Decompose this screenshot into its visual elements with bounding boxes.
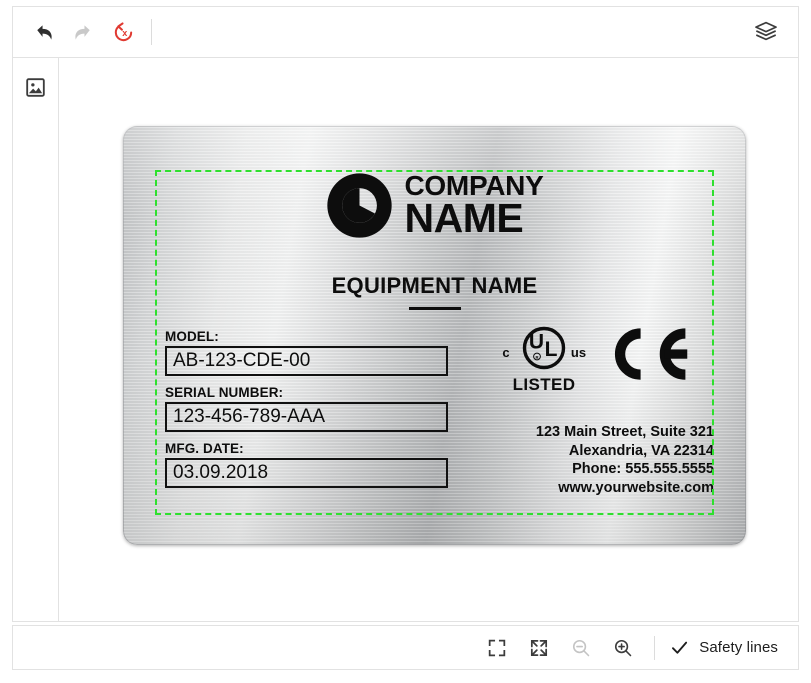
reset-icon: x [114,21,132,41]
field-box-mfg-date[interactable]: 03.09.2018 [165,458,448,488]
svg-text:c: c [502,345,509,360]
company-logo: COMPANY NAME [123,172,746,239]
svg-text:U: U [529,331,544,354]
svg-text:us: us [571,345,586,360]
address-phone: Phone: 555.555.5555 [572,461,714,477]
address-line-1: 123 Main Street, Suite 321 [535,424,714,440]
company-address: 123 Main Street, Suite 321 Alexandria, V… [536,423,714,497]
field-value-model: AB-123-CDE-00 [173,350,311,371]
zoom-out-button[interactable] [560,631,602,665]
zoom-in-button[interactable] [602,631,644,665]
equipment-name: EQUIPMENT NAME [331,273,538,298]
toolbar-divider [151,19,152,45]
field-value-serial-number: 123-456-789-AAA [173,406,326,427]
ul-mark-icon: U L R c us [502,326,586,370]
redo-icon [74,24,90,40]
nameplate-fields: MODEL: AB-123-CDE-00 SERIAL NUMBER: 123-… [165,329,448,488]
field-label-serial-number: SERIAL NUMBER: [165,385,284,400]
equipment-name-rule [408,307,461,310]
safety-lines-toggle[interactable]: Safety lines [665,633,784,662]
ul-listed-caption: LISTED [512,375,576,394]
field-value-mfg-date: 03.09.2018 [173,462,269,483]
field-label-mfg-date: MFG. DATE: [165,441,244,456]
fullscreen-button[interactable] [518,631,560,665]
top-toolbar: x [12,6,799,58]
undo-button[interactable] [23,12,63,52]
zoom-in-icon [615,639,632,656]
field-serial-number: SERIAL NUMBER: 123-456-789-AAA [165,385,448,432]
canvas-area[interactable]: COMPANY NAME EQUIPMENT NAME MODEL: AB-12… [59,58,799,622]
address-website: www.yourwebsite.com [558,479,714,496]
app-root: x COMPANY NAME EQUIPMENT NAME MODEL: AB-… [0,0,811,683]
reset-button[interactable]: x [103,12,143,52]
fit-screen-button[interactable] [476,631,518,665]
ce-mark-icon [614,328,688,380]
nameplate-content: COMPANY NAME EQUIPMENT NAME MODEL: AB-12… [123,126,746,545]
nameplate[interactable]: COMPANY NAME EQUIPMENT NAME MODEL: AB-12… [123,126,746,545]
field-box-model[interactable]: AB-123-CDE-00 [165,346,448,376]
address-line-2: Alexandria, VA 22314 [568,442,714,459]
bottom-toolbar: Safety lines [12,625,799,670]
expand-icon [531,639,548,656]
field-label-model: MODEL: [165,329,219,344]
sidebar-item-image[interactable] [16,67,56,107]
circle-c-logo-icon [326,173,392,238]
certification-marks: U L R c us LISTED [495,323,705,395]
bottom-toolbar-divider [654,635,656,660]
svg-text:x: x [122,27,127,37]
svg-text:R: R [535,355,538,360]
redo-button[interactable] [63,12,103,52]
field-box-serial-number[interactable]: 123-456-789-AAA [165,402,448,432]
layers-button[interactable] [746,12,786,52]
image-icon [26,77,45,97]
ul-listed-mark: U L R c us LISTED [495,326,593,395]
svg-text:L: L [545,338,558,361]
zoom-out-icon [573,639,590,656]
check-icon [672,641,688,654]
left-sidebar [12,58,59,622]
layers-icon [755,21,777,41]
fit-screen-icon [489,639,506,656]
field-model: MODEL: AB-123-CDE-00 [165,329,448,376]
safety-lines-label: Safety lines [699,639,778,656]
logo-wordmark: COMPANY NAME [405,172,544,239]
field-mfg-date: MFG. DATE: 03.09.2018 [165,441,448,488]
undo-icon [36,24,52,40]
logo-line-name: NAME [404,195,524,241]
